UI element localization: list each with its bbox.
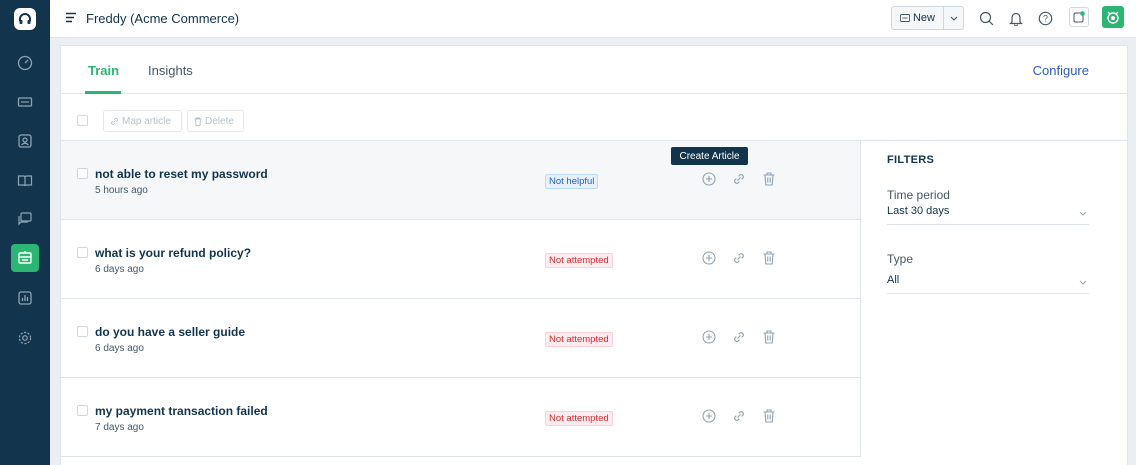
left-nav	[0, 0, 50, 465]
question-time: 6 days ago	[95, 343, 144, 354]
type-select[interactable]: All	[887, 274, 1089, 294]
svg-text:?: ?	[1042, 13, 1047, 23]
delete-trash-icon[interactable]	[761, 171, 777, 187]
create-article-tooltip: Create Article	[671, 147, 748, 165]
bulk-action-bar: Map article Delete	[61, 94, 1127, 141]
main-card: Train Insights Configure Map article Del…	[60, 45, 1128, 465]
tab-bar: Train Insights Configure	[61, 46, 1127, 94]
table-row[interactable]: my payment transaction failed 7 days ago…	[61, 378, 861, 457]
create-article-icon[interactable]	[701, 171, 717, 187]
notifications-bell-icon[interactable]	[1006, 8, 1026, 28]
status-badge: Not attempted	[545, 332, 613, 347]
chevron-down-icon	[1079, 276, 1087, 288]
freshdesk-logo-icon[interactable]	[14, 8, 36, 30]
configure-link[interactable]: Configure	[1033, 63, 1089, 78]
chevron-down-icon	[1079, 207, 1087, 219]
analytics-icon[interactable]	[14, 287, 36, 309]
create-article-icon[interactable]	[701, 250, 717, 266]
hamburger-menu-icon[interactable]	[65, 12, 77, 26]
row-checkbox[interactable]	[77, 168, 88, 179]
status-badge: Not attempted	[545, 411, 613, 426]
status-badge: Not attempted	[545, 253, 613, 268]
row-checkbox[interactable]	[77, 247, 88, 258]
new-button[interactable]: New	[891, 6, 964, 30]
status-badge: Not helpful	[545, 174, 599, 189]
settings-icon[interactable]	[14, 327, 36, 349]
question-time: 7 days ago	[95, 422, 144, 433]
top-header: Freddy (Acme Commerce) New ?	[50, 0, 1136, 38]
question-time: 6 days ago	[95, 264, 144, 275]
new-dropdown-chevron-icon[interactable]	[944, 7, 963, 29]
dashboard-icon[interactable]	[14, 52, 36, 74]
create-article-icon[interactable]	[701, 408, 717, 424]
map-link-icon[interactable]	[731, 408, 747, 424]
user-avatar-icon[interactable]	[1102, 6, 1124, 28]
delete-button[interactable]: Delete	[187, 110, 244, 132]
create-article-icon[interactable]	[701, 329, 717, 345]
table-row[interactable]: do you have a seller guide 6 days ago No…	[61, 299, 861, 378]
freddy-bot-icon[interactable]	[11, 244, 39, 272]
map-link-icon[interactable]	[731, 329, 747, 345]
row-checkbox[interactable]	[77, 405, 88, 416]
knowledge-base-icon[interactable]	[14, 170, 36, 192]
table-row[interactable]: what is your refund policy? 6 days ago N…	[61, 220, 861, 299]
delete-trash-icon[interactable]	[761, 329, 777, 345]
help-icon[interactable]: ?	[1035, 8, 1055, 28]
page-title: Freddy (Acme Commerce)	[86, 11, 240, 26]
delete-trash-icon[interactable]	[761, 250, 777, 266]
trash-icon	[194, 117, 202, 126]
time-period-label: Time period	[887, 188, 950, 202]
question-text: my payment transaction failed	[95, 404, 268, 418]
link-icon	[111, 117, 118, 125]
map-link-icon[interactable]	[731, 250, 747, 266]
time-period-select[interactable]: Last 30 days	[887, 205, 1089, 225]
conversations-icon[interactable]	[14, 208, 36, 230]
new-button-label[interactable]: New	[892, 7, 944, 29]
row-checkbox[interactable]	[77, 326, 88, 337]
filters-heading: FILTERS	[887, 154, 935, 166]
contacts-icon[interactable]	[14, 130, 36, 152]
delete-trash-icon[interactable]	[761, 408, 777, 424]
product-updates-icon[interactable]	[1069, 7, 1089, 27]
map-link-icon[interactable]	[731, 171, 747, 187]
tickets-icon[interactable]	[14, 91, 36, 113]
map-article-button[interactable]: Map article	[103, 110, 182, 132]
question-text: do you have a seller guide	[95, 325, 246, 339]
question-text: not able to reset my password	[95, 167, 268, 181]
tab-insights[interactable]: Insights	[148, 63, 193, 78]
search-icon[interactable]	[976, 8, 996, 28]
select-all-checkbox[interactable]	[77, 115, 88, 126]
ticket-icon	[900, 14, 910, 22]
tab-train[interactable]: Train	[88, 63, 119, 78]
filters-panel: FILTERS Time period Last 30 days Type Al…	[887, 154, 1089, 294]
type-label: Type	[887, 252, 914, 266]
question-text: what is your refund policy?	[95, 246, 252, 260]
question-time: 5 hours ago	[95, 185, 148, 196]
